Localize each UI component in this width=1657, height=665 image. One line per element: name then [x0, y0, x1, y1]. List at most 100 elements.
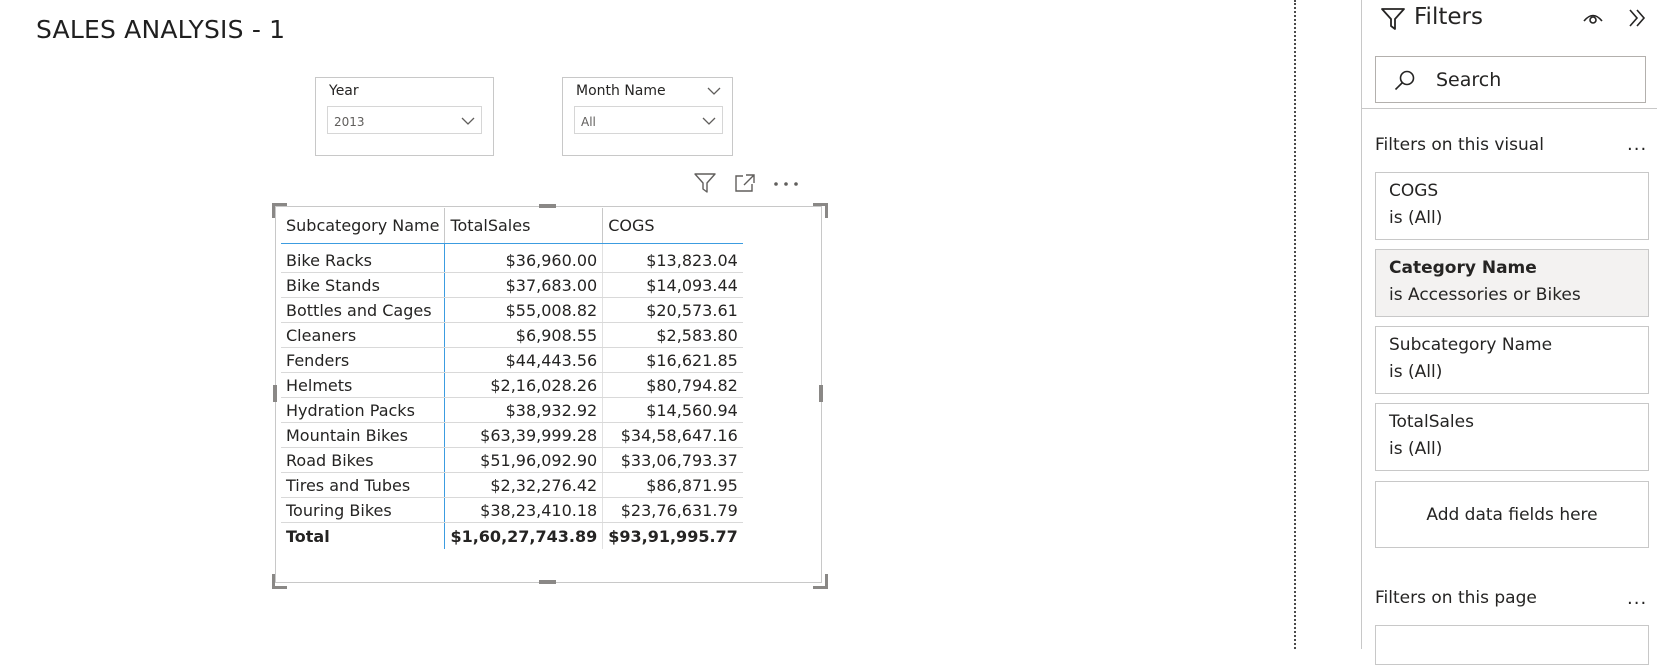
cell-subcategory: Mountain Bikes: [281, 422, 446, 448]
cell-cogs: $86,871.95: [602, 472, 743, 498]
cell-subcategory: Helmets: [281, 372, 446, 398]
table-header-row: Subcategory Name TotalSales COGS: [281, 208, 743, 244]
filter-card-cogs[interactable]: COGS is (All): [1375, 172, 1649, 240]
table-row[interactable]: Road Bikes $51,96,092.90 $33,06,793.37: [281, 447, 743, 473]
eye-icon[interactable]: [1582, 10, 1604, 26]
cell-totalsales: $38,932.92: [444, 397, 604, 423]
column-header-cogs[interactable]: COGS: [602, 208, 743, 244]
column-header-totalsales[interactable]: TotalSales: [444, 208, 604, 244]
cell-cogs: $34,58,647.16: [602, 422, 743, 448]
year-slicer: Year 2013: [315, 77, 494, 156]
year-dropdown-value: 2013: [334, 115, 365, 129]
filter-card-name: TotalSales: [1389, 412, 1474, 432]
cell-subcategory: Fenders: [281, 347, 446, 373]
column-header-subcategory[interactable]: Subcategory Name: [281, 208, 446, 244]
resize-handle-bottom[interactable]: [539, 580, 556, 584]
filter-card-name: Subcategory Name: [1389, 335, 1553, 355]
cell-cogs: $13,823.04: [602, 243, 743, 273]
table-body: Bike Racks $36,960.00 $13,823.04 Bike Stand…: [281, 243, 743, 549]
table-row[interactable]: Bike Racks $36,960.00 $13,823.04: [281, 243, 743, 273]
filters-pane-title: Filters: [1414, 4, 1483, 30]
resize-handle-top-right[interactable]: [813, 203, 828, 218]
month-slicer: Month Name All: [562, 77, 733, 156]
cell-subcategory: Hydration Packs: [281, 397, 446, 423]
filter-card-category-name[interactable]: Category Name is Accessories or Bikes: [1375, 249, 1649, 317]
resize-handle-bottom-left[interactable]: [272, 574, 287, 589]
sales-table: Subcategory Name TotalSales COGS Bike Ra…: [281, 208, 743, 549]
cell-totalsales: $55,008.82: [444, 297, 604, 323]
filter-card-name: Category Name: [1389, 258, 1537, 278]
add-data-fields-dropzone[interactable]: Add data fields here: [1375, 481, 1649, 548]
filter-card-value: is (All): [1389, 439, 1443, 459]
table-row[interactable]: Helmets $2,16,028.26 $80,794.82: [281, 372, 743, 398]
cell-subcategory: Bike Racks: [281, 243, 446, 273]
table-row[interactable]: Mountain Bikes $63,39,999.28 $34,58,647.16: [281, 422, 743, 448]
section-filters-on-visual: Filters on this visual: [1375, 135, 1544, 155]
cell-totalsales: $51,96,092.90: [444, 447, 604, 473]
cell-subcategory: Bottles and Cages: [281, 297, 446, 323]
total-label: Total: [281, 522, 446, 549]
cell-cogs: $20,573.61: [602, 297, 743, 323]
filter-card-name: COGS: [1389, 181, 1439, 201]
year-dropdown[interactable]: 2013: [327, 106, 482, 134]
cell-totalsales: $37,683.00: [444, 272, 604, 298]
cell-cogs: $14,560.94: [602, 397, 743, 423]
filter-card-page[interactable]: [1375, 625, 1649, 665]
cell-subcategory: Bike Stands: [281, 272, 446, 298]
filter-card-value: is Accessories or Bikes: [1389, 285, 1581, 305]
cell-subcategory: Cleaners: [281, 322, 446, 348]
total-totalsales: $1,60,27,743.89: [444, 522, 604, 549]
cell-totalsales: $2,16,028.26: [444, 372, 604, 398]
chevron-down-icon: [702, 117, 716, 125]
month-slicer-title: Month Name: [576, 83, 666, 99]
table-row[interactable]: Bottles and Cages $55,008.82 $20,573.61: [281, 297, 743, 323]
chevron-down-icon[interactable]: [707, 87, 721, 95]
report-title: SALES ANALYSIS - 1: [36, 15, 286, 44]
section-filters-on-page: Filters on this page: [1375, 588, 1537, 608]
resize-handle-right[interactable]: [819, 385, 823, 402]
cell-subcategory: Road Bikes: [281, 447, 446, 473]
table-row[interactable]: Cleaners $6,908.55 $2,583.80: [281, 322, 743, 348]
more-options-icon[interactable]: [773, 181, 799, 187]
add-data-fields-label: Add data fields here: [1426, 505, 1598, 525]
table-row[interactable]: Bike Stands $37,683.00 $14,093.44: [281, 272, 743, 298]
cell-subcategory: Tires and Tubes: [281, 472, 446, 498]
month-dropdown-value: All: [581, 115, 596, 129]
filter-card-value: is (All): [1389, 208, 1443, 228]
total-cogs: $93,91,995.77: [608, 526, 738, 546]
resize-handle-left[interactable]: [273, 385, 277, 402]
table-total-row: Total $1,60,27,743.89 $93,91,995.77: [281, 522, 743, 549]
cell-subcategory: Touring Bikes: [281, 497, 446, 523]
cell-totalsales: $6,908.55: [444, 322, 604, 348]
section-visual-more-button[interactable]: ...: [1627, 134, 1647, 155]
pane-divider: [1361, 108, 1657, 109]
cell-totalsales: $2,32,276.42: [444, 472, 604, 498]
cell-totalsales: $44,443.56: [444, 347, 604, 373]
filters-search-input[interactable]: Search: [1375, 56, 1646, 103]
filter-icon[interactable]: [693, 172, 717, 194]
cell-totalsales: $36,960.00: [444, 243, 604, 273]
cell-cogs: $23,76,631.79: [602, 497, 743, 523]
cell-cogs: $2,583.80: [602, 322, 743, 348]
collapse-pane-icon[interactable]: [1627, 8, 1647, 28]
chevron-down-icon: [461, 117, 475, 125]
filter-card-totalsales[interactable]: TotalSales is (All): [1375, 403, 1649, 471]
cell-totalsales: $63,39,999.28: [444, 422, 604, 448]
table-row[interactable]: Touring Bikes $38,23,410.18 $23,76,631.79: [281, 497, 743, 523]
search-placeholder: Search: [1436, 69, 1502, 91]
table-row[interactable]: Fenders $44,443.56 $16,621.85: [281, 347, 743, 373]
focus-mode-icon[interactable]: [734, 173, 756, 193]
table-row[interactable]: Hydration Packs $38,932.92 $14,560.94: [281, 397, 743, 423]
section-page-more-button[interactable]: ...: [1627, 588, 1647, 609]
month-dropdown[interactable]: All: [574, 106, 723, 134]
cell-totalsales: $38,23,410.18: [444, 497, 604, 523]
cell-cogs: $14,093.44: [602, 272, 743, 298]
cell-cogs: $33,06,793.37: [602, 447, 743, 473]
cell-cogs: $16,621.85: [602, 347, 743, 373]
resize-handle-bottom-right[interactable]: [813, 574, 828, 589]
page-boundary: [1294, 0, 1296, 649]
filter-card-value: is (All): [1389, 362, 1443, 382]
table-row[interactable]: Tires and Tubes $2,32,276.42 $86,871.95: [281, 472, 743, 498]
cell-cogs: $80,794.82: [602, 372, 743, 398]
filter-card-subcategory-name[interactable]: Subcategory Name is (All): [1375, 326, 1649, 394]
